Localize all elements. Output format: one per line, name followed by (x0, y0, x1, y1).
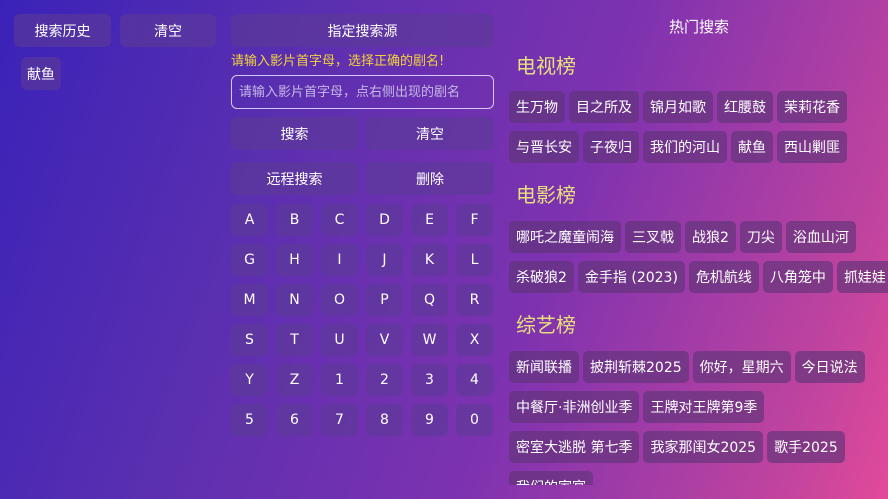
remote-search-button[interactable]: 远程搜索 (231, 162, 358, 195)
key-s[interactable]: S (231, 324, 268, 356)
hot-search-chip[interactable]: 中餐厅·非洲创业季 (509, 391, 640, 423)
key-7[interactable]: 7 (321, 404, 358, 436)
key-d[interactable]: D (366, 204, 403, 236)
hot-search-chip[interactable]: 密室大逃脱 第七季 (509, 431, 640, 463)
clear-history-button[interactable]: 清空 (120, 14, 216, 47)
clear-input-button[interactable]: 清空 (366, 117, 494, 150)
hot-search-chip[interactable]: 你好，星期六 (692, 351, 791, 383)
chip-row: 我们的家宴 (509, 471, 593, 485)
key-y[interactable]: Y (231, 364, 268, 396)
search-history-button[interactable]: 搜索历史 (14, 14, 111, 47)
hot-search-chip[interactable]: 歌手2025 (767, 431, 845, 463)
hot-search-chip[interactable]: 我们的家宴 (509, 471, 593, 485)
hot-search-chip[interactable]: 新闻联播 (509, 351, 579, 383)
chip-row: 密室大逃脱 第七季 我家那闺女2025 歌手2025 (509, 431, 845, 463)
key-v[interactable]: V (366, 324, 403, 356)
section-title: 综艺榜 (516, 313, 576, 337)
chip-row: 新闻联播 披荆斩棘2025 你好，星期六 今日说法 (509, 351, 865, 383)
key-5[interactable]: 5 (231, 404, 268, 436)
key-o[interactable]: O (321, 284, 358, 316)
hot-search-chip[interactable]: 我们的河山 (643, 131, 727, 163)
hot-search-chip[interactable]: 危机航线 (688, 261, 759, 293)
section-title: 电影榜 (516, 183, 576, 207)
key-u[interactable]: U (321, 324, 358, 356)
search-button[interactable]: 搜索 (231, 117, 358, 150)
hot-search-chip[interactable]: 与晋长安 (509, 131, 579, 163)
key-t[interactable]: T (276, 324, 313, 356)
key-r[interactable]: R (456, 284, 493, 316)
hot-search-chip[interactable]: 抓娃娃 (836, 261, 888, 293)
hot-search-chip[interactable]: 今日说法 (794, 351, 865, 383)
hot-search-chip[interactable]: 西山剿匪 (777, 131, 847, 163)
hot-search-chip[interactable]: 杀破狼2 (509, 261, 574, 293)
hot-search-chip[interactable]: 金手指 (2023) (577, 261, 685, 293)
key-2[interactable]: 2 (366, 364, 403, 396)
key-l[interactable]: L (456, 244, 493, 276)
chip-row: 与晋长安 子夜归 我们的河山 献鱼 西山剿匪 (509, 131, 847, 163)
key-c[interactable]: C (321, 204, 358, 236)
chip-row: 哪吒之魔童闹海 三叉戟 战狼2 刀尖 浴血山河 (509, 221, 856, 253)
key-n[interactable]: N (276, 284, 313, 316)
key-b[interactable]: B (276, 204, 313, 236)
section-title: 电视榜 (516, 54, 576, 78)
hot-search-panel: 电视榜 生万物 目之所及 锦月如歌 红腰鼓 茉莉花香 与晋长安 子夜归 我们的河山 献鱼 西山剿匪电… (505, 0, 888, 485)
hot-search-chip[interactable]: 哪吒之魔童闹海 (509, 221, 621, 253)
key-0[interactable]: 0 (456, 404, 493, 436)
key-z[interactable]: Z (276, 364, 313, 396)
key-4[interactable]: 4 (456, 364, 493, 396)
search-input[interactable] (231, 75, 494, 109)
key-6[interactable]: 6 (276, 404, 313, 436)
hot-search-chip[interactable]: 茉莉花香 (777, 91, 847, 123)
key-p[interactable]: P (366, 284, 403, 316)
key-x[interactable]: X (456, 324, 493, 356)
key-j[interactable]: J (366, 244, 403, 276)
hot-search-chip[interactable]: 战狼2 (685, 221, 736, 253)
key-a[interactable]: A (231, 204, 268, 236)
hot-search-chip[interactable]: 浴血山河 (785, 221, 856, 253)
hot-search-chip[interactable]: 目之所及 (569, 91, 639, 123)
hot-search-chip[interactable]: 我家那闺女2025 (643, 431, 764, 463)
hot-search-chip[interactable]: 锦月如歌 (643, 91, 713, 123)
key-h[interactable]: H (276, 244, 313, 276)
history-item[interactable]: 献鱼 (21, 57, 61, 90)
hot-search-chip[interactable]: 刀尖 (739, 221, 782, 253)
chip-row: 生万物 目之所及 锦月如歌 红腰鼓 茉莉花香 (509, 91, 847, 123)
key-3[interactable]: 3 (411, 364, 448, 396)
key-w[interactable]: W (411, 324, 448, 356)
hot-search-chip[interactable]: 披荆斩棘2025 (583, 351, 689, 383)
delete-button[interactable]: 删除 (366, 162, 494, 195)
hot-search-chip[interactable]: 三叉戟 (625, 221, 681, 253)
key-f[interactable]: F (456, 204, 493, 236)
hot-search-chip[interactable]: 子夜归 (583, 131, 639, 163)
hot-search-chip[interactable]: 八角笼中 (762, 261, 833, 293)
search-hint: 请输入影片首字母，选择正确的剧名! (231, 54, 445, 69)
key-k[interactable]: K (411, 244, 448, 276)
key-1[interactable]: 1 (321, 364, 358, 396)
key-8[interactable]: 8 (366, 404, 403, 436)
key-q[interactable]: Q (411, 284, 448, 316)
hot-search-chip[interactable]: 献鱼 (731, 131, 773, 163)
key-i[interactable]: I (321, 244, 358, 276)
hot-search-chip[interactable]: 红腰鼓 (717, 91, 773, 123)
search-source-button[interactable]: 指定搜索源 (231, 14, 494, 47)
hot-search-chip[interactable]: 生万物 (509, 91, 565, 123)
key-9[interactable]: 9 (411, 404, 448, 436)
chip-row: 杀破狼2 金手指 (2023) 危机航线 八角笼中 抓娃娃 (509, 261, 888, 293)
key-e[interactable]: E (411, 204, 448, 236)
hot-search-chip[interactable]: 王牌对王牌第9季 (643, 391, 765, 423)
chip-row: 中餐厅·非洲创业季 王牌对王牌第9季 (509, 391, 765, 423)
key-m[interactable]: M (231, 284, 268, 316)
key-g[interactable]: G (231, 244, 268, 276)
